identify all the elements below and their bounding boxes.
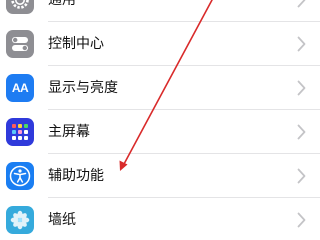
settings-item-label: 墙纸 [48, 212, 76, 228]
chevron-right-icon [297, 212, 306, 228]
settings-item-label: 控制中心 [48, 36, 104, 52]
chevron-right-icon [297, 36, 306, 52]
settings-screen: 通用 控制中心 AA 显示与亮度 主屏幕 辅助功能 墙纸 [0, 0, 320, 240]
settings-item-wallpaper[interactable]: 墙纸 [0, 198, 320, 240]
chevron-right-icon [297, 168, 306, 184]
gear-icon [6, 0, 34, 14]
toggle-switches-icon [6, 30, 34, 58]
settings-item-label: 辅助功能 [48, 168, 104, 184]
text-size-aa-icon: AA [6, 74, 34, 102]
home-grid-icon [6, 118, 34, 146]
settings-item-display-brightness[interactable]: AA 显示与亮度 [0, 66, 320, 110]
chevron-right-icon [297, 0, 306, 8]
settings-item-general[interactable]: 通用 [0, 0, 320, 22]
settings-item-home-screen[interactable]: 主屏幕 [0, 110, 320, 154]
chevron-right-icon [297, 80, 306, 96]
chevron-right-icon [297, 124, 306, 140]
accessibility-person-icon [6, 162, 34, 190]
settings-item-accessibility[interactable]: 辅助功能 [0, 154, 320, 198]
icon-glyph: AA [11, 81, 29, 95]
settings-list: 通用 控制中心 AA 显示与亮度 主屏幕 辅助功能 墙纸 [0, 0, 320, 240]
settings-item-label: 主屏幕 [48, 124, 90, 140]
settings-item-label: 通用 [48, 0, 76, 8]
settings-item-label: 显示与亮度 [48, 80, 118, 96]
settings-item-control-center[interactable]: 控制中心 [0, 22, 320, 66]
flower-icon [6, 206, 34, 234]
